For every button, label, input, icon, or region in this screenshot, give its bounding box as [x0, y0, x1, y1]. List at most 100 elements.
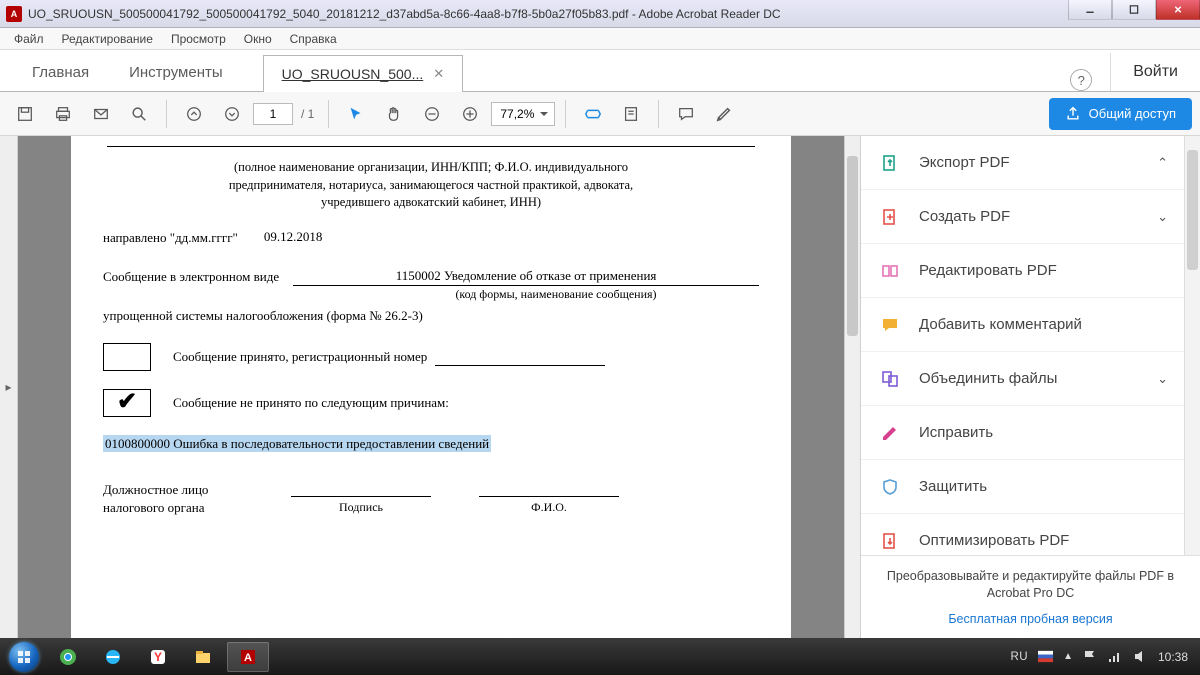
right-tools-panel: Экспорт PDF ⌃ Создать PDF ⌄ Редактировать PD… — [860, 136, 1200, 638]
menubar: Файл Редактирование Просмотр Окно Справк… — [0, 28, 1200, 50]
vertical-scrollbar[interactable] — [844, 136, 860, 638]
fit-width-icon[interactable] — [576, 97, 610, 131]
taskbar-yandex-icon[interactable]: Y — [137, 642, 179, 672]
rp-item-redact[interactable]: Исправить — [861, 406, 1184, 460]
doc-header-line1: (полное наименование организации, ИНН/КП… — [103, 159, 759, 177]
help-icon[interactable]: ? — [1070, 69, 1092, 91]
rp-item-label: Исправить — [919, 424, 993, 441]
tray-flag-icon[interactable] — [1038, 649, 1053, 664]
page-total-label: / 1 — [301, 107, 314, 121]
trial-link[interactable]: Бесплатная пробная версия — [879, 612, 1182, 626]
protect-icon — [879, 476, 901, 498]
sign-icon[interactable] — [707, 97, 741, 131]
doc-accepted-label: Сообщение принято, регистрационный номер — [173, 348, 427, 366]
fit-page-icon[interactable] — [614, 97, 648, 131]
doc-msg-code: 1150002 Уведомление об отказе от примене… — [293, 267, 759, 286]
window-titlebar: A UO_SRUOUSN_500500041792_500500041792_5… — [0, 0, 1200, 28]
doc-header-line2: предпринимателя, нотариуса, занимающегос… — [103, 177, 759, 195]
tray-clock[interactable]: 10:38 — [1158, 650, 1188, 664]
rp-item-label: Создать PDF — [919, 208, 1010, 225]
page-down-icon[interactable] — [215, 97, 249, 131]
page-number-input[interactable] — [253, 103, 293, 125]
promo-text: Преобразовывайте и редактируйте файлы PD… — [879, 568, 1182, 602]
doc-simplified: упрощенной системы налогообложения (форм… — [103, 307, 759, 325]
tab-tools[interactable]: Инструменты — [109, 54, 243, 91]
doc-official-2: налогового органа — [103, 499, 243, 517]
zoom-level-select[interactable]: 77,2% — [491, 102, 555, 126]
chevron-icon: ⌃ — [1157, 155, 1168, 171]
taskbar-ie-icon[interactable] — [92, 642, 134, 672]
tray-network-icon[interactable] — [1108, 649, 1123, 664]
taskbar-chrome-icon[interactable] — [47, 642, 89, 672]
close-button[interactable] — [1156, 0, 1200, 20]
tray-up-icon[interactable]: ▲ — [1063, 651, 1073, 662]
print-icon[interactable] — [46, 97, 80, 131]
zoom-in-icon[interactable] — [453, 97, 487, 131]
tray-speaker-icon[interactable] — [1133, 649, 1148, 664]
optimize-icon — [879, 530, 901, 552]
check-mark-icon: ✔ — [117, 386, 137, 420]
doc-error-highlight: 0100800000 Ошибка в последовательности п… — [103, 435, 491, 452]
tab-document[interactable]: UO_SRUOUSN_500... ✕ — [263, 55, 464, 92]
hand-tool-icon[interactable] — [377, 97, 411, 131]
taskbar: Y A RU ▲ 10:38 — [0, 638, 1200, 675]
combine-icon — [879, 368, 901, 390]
rp-item-optimize[interactable]: Оптимизировать PDF — [861, 514, 1184, 555]
doc-sent-label: направлено "дд.мм.гггг" — [103, 229, 238, 247]
search-icon[interactable] — [122, 97, 156, 131]
menu-help[interactable]: Справка — [282, 30, 345, 48]
checkbox-rejected: ✔ — [103, 389, 151, 417]
page-up-icon[interactable] — [177, 97, 211, 131]
menu-window[interactable]: Окно — [236, 30, 280, 48]
rp-item-protect[interactable]: Защитить — [861, 460, 1184, 514]
document-viewport[interactable]: (полное наименование организации, ИНН/КП… — [18, 136, 844, 638]
email-icon[interactable] — [84, 97, 118, 131]
login-button[interactable]: Войти — [1110, 53, 1200, 91]
rp-item-combine[interactable]: Объединить файлы ⌄ — [861, 352, 1184, 406]
left-panel-toggle[interactable]: ▸ — [0, 136, 18, 638]
doc-header-line3: учредившего адвокатский кабинет, ИНН) — [103, 194, 759, 212]
chevron-icon: ⌄ — [1157, 371, 1168, 387]
comment-icon[interactable] — [669, 97, 703, 131]
svg-text:A: A — [244, 652, 252, 664]
maximize-button[interactable] — [1112, 0, 1156, 20]
rp-item-edit[interactable]: Редактировать PDF — [861, 244, 1184, 298]
rp-item-label: Объединить файлы — [919, 370, 1057, 387]
minimize-button[interactable] — [1068, 0, 1112, 20]
zoom-out-icon[interactable] — [415, 97, 449, 131]
taskbar-explorer-icon[interactable] — [182, 642, 224, 672]
right-panel-scrollbar[interactable] — [1184, 136, 1200, 555]
edit-icon — [879, 260, 901, 282]
menu-file[interactable]: Файл — [6, 30, 52, 48]
tab-home[interactable]: Главная — [12, 54, 109, 91]
menu-view[interactable]: Просмотр — [163, 30, 234, 48]
pdf-page: (полное наименование организации, ИНН/КП… — [71, 136, 791, 638]
doc-fio-caption: Ф.И.О. — [531, 499, 567, 516]
create-icon — [879, 206, 901, 228]
share-button[interactable]: Общий доступ — [1049, 98, 1192, 130]
rp-item-comment[interactable]: Добавить комментарий — [861, 298, 1184, 352]
save-icon[interactable] — [8, 97, 42, 131]
export-icon — [879, 152, 901, 174]
acrobat-app-icon: A — [6, 6, 22, 22]
doc-sign-caption: Подпись — [339, 499, 383, 516]
window-title: UO_SRUOUSN_500500041792_500500041792_504… — [28, 7, 1194, 21]
taskbar-acrobat-icon[interactable]: A — [227, 642, 269, 672]
rp-item-create[interactable]: Создать PDF ⌄ — [861, 190, 1184, 244]
rp-item-export[interactable]: Экспорт PDF ⌃ — [861, 136, 1184, 190]
doc-rejected-label: Сообщение не принято по следующим причин… — [173, 394, 449, 412]
tray-flag2-icon[interactable] — [1083, 649, 1098, 664]
menu-edit[interactable]: Редактирование — [54, 30, 161, 48]
tab-close-icon[interactable]: ✕ — [433, 66, 444, 82]
tab-document-label: UO_SRUOUSN_500... — [282, 66, 424, 82]
chevron-icon: ⌄ — [1157, 209, 1168, 225]
redact-icon — [879, 422, 901, 444]
select-tool-icon[interactable] — [339, 97, 373, 131]
app-tabs: Главная Инструменты UO_SRUOUSN_500... ✕ … — [0, 50, 1200, 92]
start-button[interactable] — [4, 641, 44, 673]
tray-language[interactable]: RU — [1010, 651, 1028, 663]
toolbar: / 1 77,2% Общий доступ — [0, 92, 1200, 136]
rp-item-label: Редактировать PDF — [919, 262, 1057, 279]
system-tray[interactable]: RU ▲ 10:38 — [1010, 649, 1196, 664]
rp-item-label: Экспорт PDF — [919, 154, 1010, 171]
